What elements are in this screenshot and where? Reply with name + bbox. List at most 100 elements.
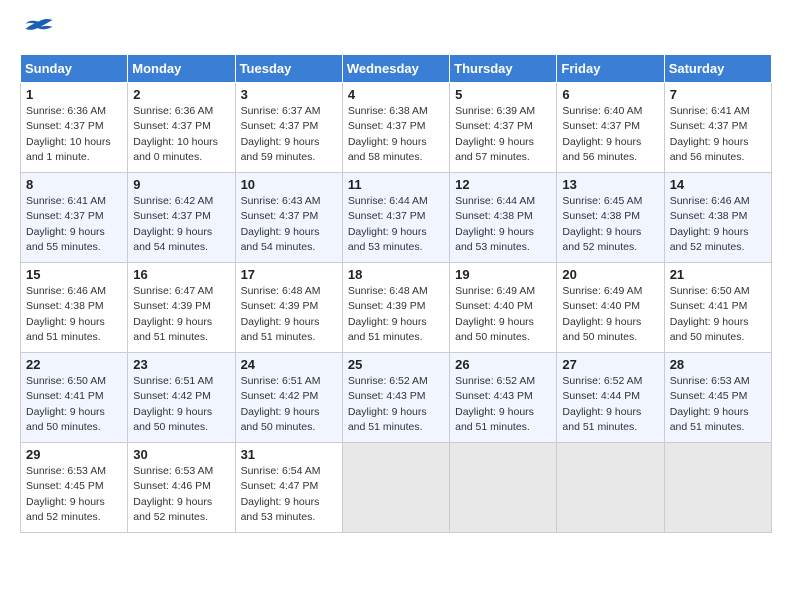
day-cell: 3 Sunrise: 6:37 AMSunset: 4:37 PMDayligh… [235, 83, 342, 173]
day-detail: Sunrise: 6:50 AMSunset: 4:41 PMDaylight:… [670, 285, 750, 343]
day-detail: Sunrise: 6:46 AMSunset: 4:38 PMDaylight:… [670, 195, 750, 253]
col-header-friday: Friday [557, 55, 664, 83]
day-number: 15 [26, 267, 122, 282]
page-header [20, 20, 772, 44]
day-cell: 30 Sunrise: 6:53 AMSunset: 4:46 PMDaylig… [128, 443, 235, 533]
day-number: 17 [241, 267, 337, 282]
day-detail: Sunrise: 6:39 AMSunset: 4:37 PMDaylight:… [455, 105, 535, 163]
day-detail: Sunrise: 6:44 AMSunset: 4:37 PMDaylight:… [348, 195, 428, 253]
day-number: 24 [241, 357, 337, 372]
day-detail: Sunrise: 6:40 AMSunset: 4:37 PMDaylight:… [562, 105, 642, 163]
day-cell: 12 Sunrise: 6:44 AMSunset: 4:38 PMDaylig… [450, 173, 557, 263]
day-detail: Sunrise: 6:53 AMSunset: 4:45 PMDaylight:… [670, 375, 750, 433]
day-detail: Sunrise: 6:41 AMSunset: 4:37 PMDaylight:… [26, 195, 106, 253]
day-cell: 8 Sunrise: 6:41 AMSunset: 4:37 PMDayligh… [21, 173, 128, 263]
day-number: 12 [455, 177, 551, 192]
day-number: 21 [670, 267, 766, 282]
week-row-5: 29 Sunrise: 6:53 AMSunset: 4:45 PMDaylig… [21, 443, 772, 533]
day-cell: 7 Sunrise: 6:41 AMSunset: 4:37 PMDayligh… [664, 83, 771, 173]
day-number: 5 [455, 87, 551, 102]
day-detail: Sunrise: 6:37 AMSunset: 4:37 PMDaylight:… [241, 105, 321, 163]
day-number: 31 [241, 447, 337, 462]
day-cell [450, 443, 557, 533]
day-number: 20 [562, 267, 658, 282]
day-cell: 16 Sunrise: 6:47 AMSunset: 4:39 PMDaylig… [128, 263, 235, 353]
day-cell: 22 Sunrise: 6:50 AMSunset: 4:41 PMDaylig… [21, 353, 128, 443]
day-number: 16 [133, 267, 229, 282]
day-detail: Sunrise: 6:52 AMSunset: 4:43 PMDaylight:… [455, 375, 535, 433]
day-cell: 17 Sunrise: 6:48 AMSunset: 4:39 PMDaylig… [235, 263, 342, 353]
day-cell: 29 Sunrise: 6:53 AMSunset: 4:45 PMDaylig… [21, 443, 128, 533]
day-number: 29 [26, 447, 122, 462]
logo [20, 20, 54, 44]
day-number: 1 [26, 87, 122, 102]
day-number: 25 [348, 357, 444, 372]
day-cell: 11 Sunrise: 6:44 AMSunset: 4:37 PMDaylig… [342, 173, 449, 263]
day-number: 14 [670, 177, 766, 192]
day-cell: 28 Sunrise: 6:53 AMSunset: 4:45 PMDaylig… [664, 353, 771, 443]
col-header-wednesday: Wednesday [342, 55, 449, 83]
day-detail: Sunrise: 6:47 AMSunset: 4:39 PMDaylight:… [133, 285, 213, 343]
day-cell: 10 Sunrise: 6:43 AMSunset: 4:37 PMDaylig… [235, 173, 342, 263]
day-number: 23 [133, 357, 229, 372]
day-detail: Sunrise: 6:51 AMSunset: 4:42 PMDaylight:… [241, 375, 321, 433]
day-cell: 9 Sunrise: 6:42 AMSunset: 4:37 PMDayligh… [128, 173, 235, 263]
day-cell: 25 Sunrise: 6:52 AMSunset: 4:43 PMDaylig… [342, 353, 449, 443]
day-detail: Sunrise: 6:52 AMSunset: 4:44 PMDaylight:… [562, 375, 642, 433]
day-cell: 21 Sunrise: 6:50 AMSunset: 4:41 PMDaylig… [664, 263, 771, 353]
day-number: 22 [26, 357, 122, 372]
day-cell: 26 Sunrise: 6:52 AMSunset: 4:43 PMDaylig… [450, 353, 557, 443]
day-number: 2 [133, 87, 229, 102]
day-number: 26 [455, 357, 551, 372]
day-cell: 14 Sunrise: 6:46 AMSunset: 4:38 PMDaylig… [664, 173, 771, 263]
day-detail: Sunrise: 6:36 AMSunset: 4:37 PMDaylight:… [26, 105, 111, 163]
day-cell [664, 443, 771, 533]
day-cell [342, 443, 449, 533]
day-cell: 18 Sunrise: 6:48 AMSunset: 4:39 PMDaylig… [342, 263, 449, 353]
day-number: 27 [562, 357, 658, 372]
day-cell: 27 Sunrise: 6:52 AMSunset: 4:44 PMDaylig… [557, 353, 664, 443]
day-number: 10 [241, 177, 337, 192]
day-number: 8 [26, 177, 122, 192]
day-cell: 6 Sunrise: 6:40 AMSunset: 4:37 PMDayligh… [557, 83, 664, 173]
day-detail: Sunrise: 6:49 AMSunset: 4:40 PMDaylight:… [455, 285, 535, 343]
day-detail: Sunrise: 6:48 AMSunset: 4:39 PMDaylight:… [241, 285, 321, 343]
day-detail: Sunrise: 6:38 AMSunset: 4:37 PMDaylight:… [348, 105, 428, 163]
col-header-tuesday: Tuesday [235, 55, 342, 83]
day-detail: Sunrise: 6:41 AMSunset: 4:37 PMDaylight:… [670, 105, 750, 163]
day-cell: 1 Sunrise: 6:36 AMSunset: 4:37 PMDayligh… [21, 83, 128, 173]
day-detail: Sunrise: 6:42 AMSunset: 4:37 PMDaylight:… [133, 195, 213, 253]
col-header-sunday: Sunday [21, 55, 128, 83]
day-number: 13 [562, 177, 658, 192]
day-number: 6 [562, 87, 658, 102]
day-detail: Sunrise: 6:43 AMSunset: 4:37 PMDaylight:… [241, 195, 321, 253]
day-detail: Sunrise: 6:52 AMSunset: 4:43 PMDaylight:… [348, 375, 428, 433]
day-number: 9 [133, 177, 229, 192]
day-cell: 2 Sunrise: 6:36 AMSunset: 4:37 PMDayligh… [128, 83, 235, 173]
day-cell [557, 443, 664, 533]
day-cell: 4 Sunrise: 6:38 AMSunset: 4:37 PMDayligh… [342, 83, 449, 173]
day-detail: Sunrise: 6:36 AMSunset: 4:37 PMDaylight:… [133, 105, 218, 163]
day-cell: 19 Sunrise: 6:49 AMSunset: 4:40 PMDaylig… [450, 263, 557, 353]
col-header-thursday: Thursday [450, 55, 557, 83]
day-cell: 23 Sunrise: 6:51 AMSunset: 4:42 PMDaylig… [128, 353, 235, 443]
week-row-3: 15 Sunrise: 6:46 AMSunset: 4:38 PMDaylig… [21, 263, 772, 353]
day-cell: 24 Sunrise: 6:51 AMSunset: 4:42 PMDaylig… [235, 353, 342, 443]
day-number: 30 [133, 447, 229, 462]
day-number: 18 [348, 267, 444, 282]
day-detail: Sunrise: 6:49 AMSunset: 4:40 PMDaylight:… [562, 285, 642, 343]
day-detail: Sunrise: 6:51 AMSunset: 4:42 PMDaylight:… [133, 375, 213, 433]
day-number: 11 [348, 177, 444, 192]
day-detail: Sunrise: 6:44 AMSunset: 4:38 PMDaylight:… [455, 195, 535, 253]
week-row-4: 22 Sunrise: 6:50 AMSunset: 4:41 PMDaylig… [21, 353, 772, 443]
day-cell: 13 Sunrise: 6:45 AMSunset: 4:38 PMDaylig… [557, 173, 664, 263]
day-detail: Sunrise: 6:53 AMSunset: 4:46 PMDaylight:… [133, 465, 213, 523]
day-detail: Sunrise: 6:48 AMSunset: 4:39 PMDaylight:… [348, 285, 428, 343]
col-header-monday: Monday [128, 55, 235, 83]
day-detail: Sunrise: 6:50 AMSunset: 4:41 PMDaylight:… [26, 375, 106, 433]
day-detail: Sunrise: 6:54 AMSunset: 4:47 PMDaylight:… [241, 465, 321, 523]
week-row-2: 8 Sunrise: 6:41 AMSunset: 4:37 PMDayligh… [21, 173, 772, 263]
logo-bird-icon [24, 17, 54, 37]
day-number: 19 [455, 267, 551, 282]
day-number: 3 [241, 87, 337, 102]
